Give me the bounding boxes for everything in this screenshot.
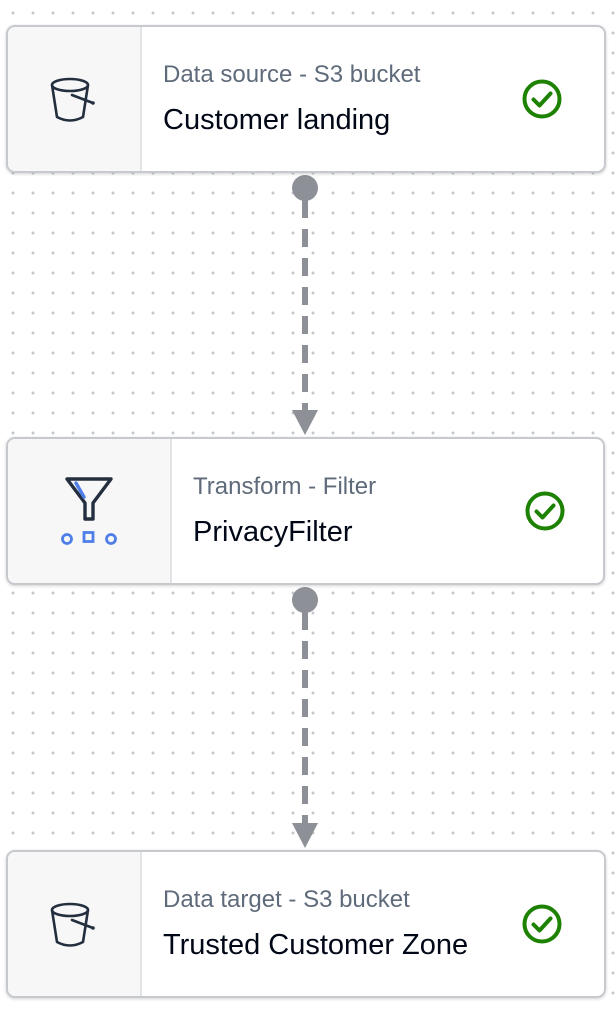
s3-bucket-icon — [50, 77, 95, 122]
node-body: Transform - Filter PrivacyFilter — [172, 439, 603, 583]
edge-source-to-filter[interactable] — [292, 175, 318, 435]
arrow-head-icon — [292, 410, 318, 435]
node-body: Data target - S3 bucket Trusted Customer… — [142, 852, 604, 996]
visual-editor-canvas[interactable]: Data source - S3 bucket Customer landing… — [0, 0, 616, 1010]
edge-start-handle[interactable] — [292, 175, 318, 201]
check-circle-icon — [522, 904, 562, 944]
edge-start-handle[interactable] — [292, 587, 318, 613]
node-transform-filter[interactable]: Transform - Filter PrivacyFilter — [6, 437, 605, 585]
node-icon-area — [8, 27, 142, 171]
check-circle-icon — [522, 79, 562, 119]
node-body: Data source - S3 bucket Customer landing — [142, 27, 604, 171]
arrow-head-icon — [292, 823, 318, 848]
node-icon-area — [8, 439, 172, 583]
node-data-target[interactable]: Data target - S3 bucket Trusted Customer… — [6, 850, 606, 998]
node-data-source[interactable]: Data source - S3 bucket Customer landing — [6, 25, 606, 173]
edge-filter-to-target[interactable] — [292, 587, 318, 848]
s3-bucket-icon — [50, 902, 95, 947]
node-icon-area — [8, 852, 142, 996]
check-circle-icon — [525, 491, 565, 531]
filter-funnel-icon — [61, 477, 117, 545]
